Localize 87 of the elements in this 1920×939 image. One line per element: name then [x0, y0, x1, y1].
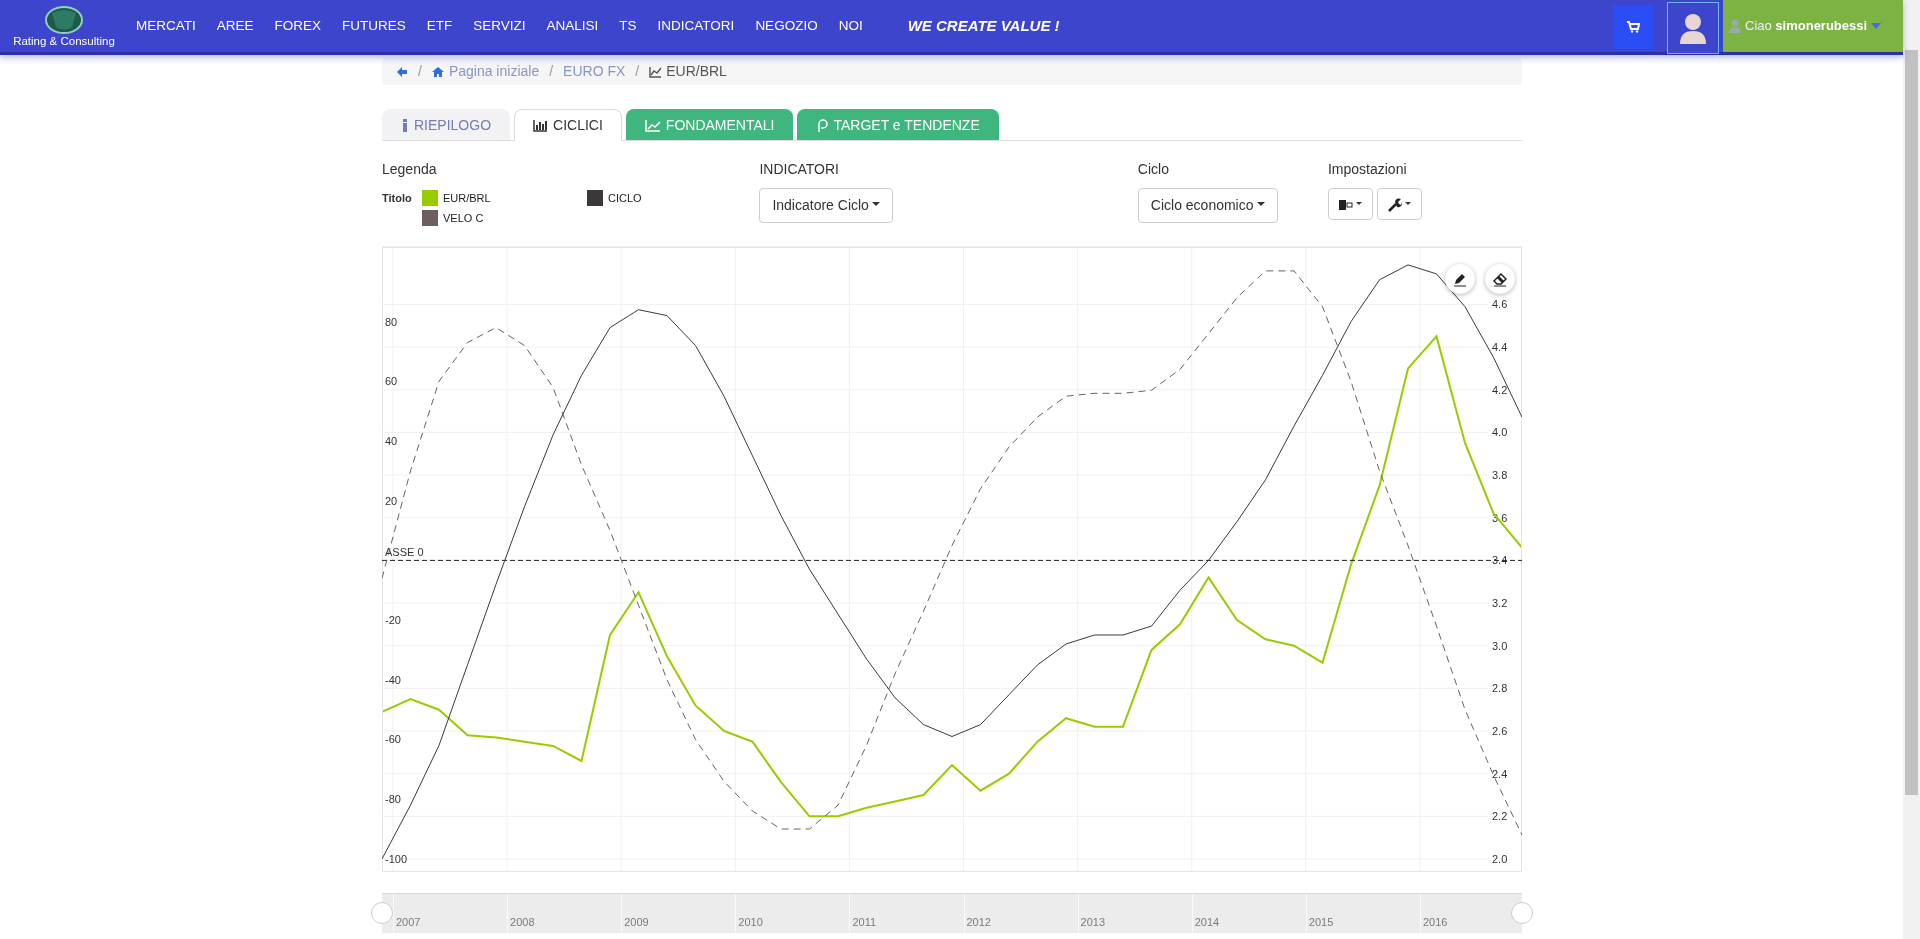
axis-label: 4.4 — [1492, 341, 1508, 354]
legend-item-label: CICLO — [608, 190, 642, 206]
cart-icon — [1626, 21, 1640, 33]
line-chart-icon — [649, 65, 663, 78]
menu-link[interactable]: FUTURES — [342, 15, 406, 37]
axis-label: 3.0 — [1492, 639, 1508, 652]
menu-link[interactable]: NEGOZIO — [755, 15, 818, 37]
menu-link[interactable]: ETF — [426, 15, 453, 37]
pin-icon — [816, 118, 829, 132]
icon-dropdown-button[interactable] — [1327, 188, 1373, 220]
panel-icon — [1338, 198, 1353, 211]
control-label: Ciclo — [1137, 160, 1170, 179]
navigator-year: 2009 — [624, 914, 649, 930]
tab[interactable]: RIEPILOGO — [382, 109, 511, 140]
menu-link[interactable]: TS — [619, 15, 637, 37]
axis-label: 2.4 — [1492, 767, 1508, 780]
avatar-icon — [1679, 12, 1707, 44]
axis-label: 40 — [385, 435, 398, 447]
avatar-button[interactable] — [1667, 2, 1719, 54]
cart-button[interactable] — [1613, 5, 1653, 49]
axis-label: 4.2 — [1492, 383, 1508, 396]
menu-link[interactable]: MERCATI — [136, 15, 196, 37]
user-icon — [1729, 19, 1741, 33]
axis-label: 4.6 — [1492, 298, 1508, 311]
navigator-year: 2014 — [1194, 914, 1220, 930]
logo-icon — [44, 4, 84, 35]
wrench-icon — [1388, 197, 1402, 212]
menu-link[interactable]: NOI — [838, 15, 863, 37]
home-icon — [431, 65, 445, 78]
range-handle[interactable] — [371, 902, 393, 924]
legend-item-label: EUR/BRL — [443, 190, 491, 206]
menu-link[interactable]: INDICATORI — [657, 15, 735, 37]
axis-label: -60 — [385, 733, 401, 746]
axis-label: 60 — [385, 375, 398, 388]
axis-label: 4.0 — [1492, 426, 1508, 439]
axis-label: 2.0 — [1492, 853, 1508, 865]
pencil-icon — [1453, 271, 1467, 287]
axis-label: -80 — [385, 793, 401, 806]
dropdown-button[interactable]: Indicatore Ciclo — [759, 188, 894, 223]
axis-line-label: ASSE 0 — [385, 546, 424, 559]
caret-icon — [1871, 23, 1882, 29]
menu-link[interactable]: AREE — [216, 15, 254, 37]
breadcrumb-current: EUR/BRL — [666, 62, 727, 81]
control-label: Impostazioni — [1327, 160, 1408, 179]
logo-text: Rating & Consulting — [13, 34, 115, 48]
pencil-tool-button[interactable] — [1445, 264, 1475, 294]
axis-label: -40 — [385, 673, 401, 686]
breadcrumb-separator: / — [549, 62, 554, 81]
navigator-year: 2012 — [966, 914, 991, 930]
bar-chart-icon — [533, 119, 549, 132]
navigator-year: 2013 — [1080, 914, 1106, 930]
legend-item-label: VELO C — [443, 210, 484, 226]
axis-label: 3.8 — [1492, 469, 1508, 482]
breadcrumb-separator: / — [418, 62, 422, 81]
navigator-year: 2011 — [852, 914, 877, 930]
axis-label: 80 — [385, 315, 398, 328]
dropdown-button[interactable]: Ciclo economico — [1137, 188, 1279, 223]
breadcrumb-separator: / — [635, 62, 640, 81]
navigator-year: 2007 — [396, 914, 421, 930]
legend-title: Legenda — [382, 160, 438, 179]
icon-dropdown-button[interactable] — [1377, 188, 1423, 220]
legend-label: Titolo — [382, 191, 413, 206]
slogan-text: WE CREATE VALUE ! — [907, 15, 1060, 36]
back-arrow-icon — [396, 65, 408, 78]
navigator-year: 2016 — [1422, 914, 1448, 930]
axis-label: 20 — [385, 494, 398, 507]
navigator-bar[interactable]: 2007 2008 2009 2010 2011 2012 2013 2014 2015 2016 — [382, 893, 1522, 933]
scrollbar[interactable] — [1903, 0, 1920, 939]
line-chart-icon — [644, 118, 661, 132]
menu-link[interactable]: FOREX — [274, 15, 322, 37]
navigator-year: 2008 — [510, 914, 535, 930]
tab[interactable]: CICLICI — [514, 109, 622, 141]
control-label: INDICATORI — [759, 160, 840, 179]
axis-label: -20 — [385, 614, 401, 627]
axis-label: 2.8 — [1492, 682, 1508, 695]
navigator-year: 2010 — [738, 914, 763, 930]
axis-label: 3.2 — [1492, 597, 1508, 609]
axis-label: 2.6 — [1492, 725, 1508, 737]
eraser-icon — [1493, 271, 1507, 287]
menu-link[interactable]: ANALISI — [546, 15, 599, 37]
navigator-year: 2015 — [1308, 914, 1334, 930]
axis-label: -100 — [385, 852, 408, 865]
info-icon — [401, 118, 409, 132]
axis-label: 2.2 — [1492, 810, 1508, 823]
eraser-tool-button[interactable] — [1485, 264, 1515, 294]
scrollbar-thumb[interactable] — [1905, 50, 1918, 795]
menu-link[interactable]: SERVIZI — [473, 15, 526, 37]
